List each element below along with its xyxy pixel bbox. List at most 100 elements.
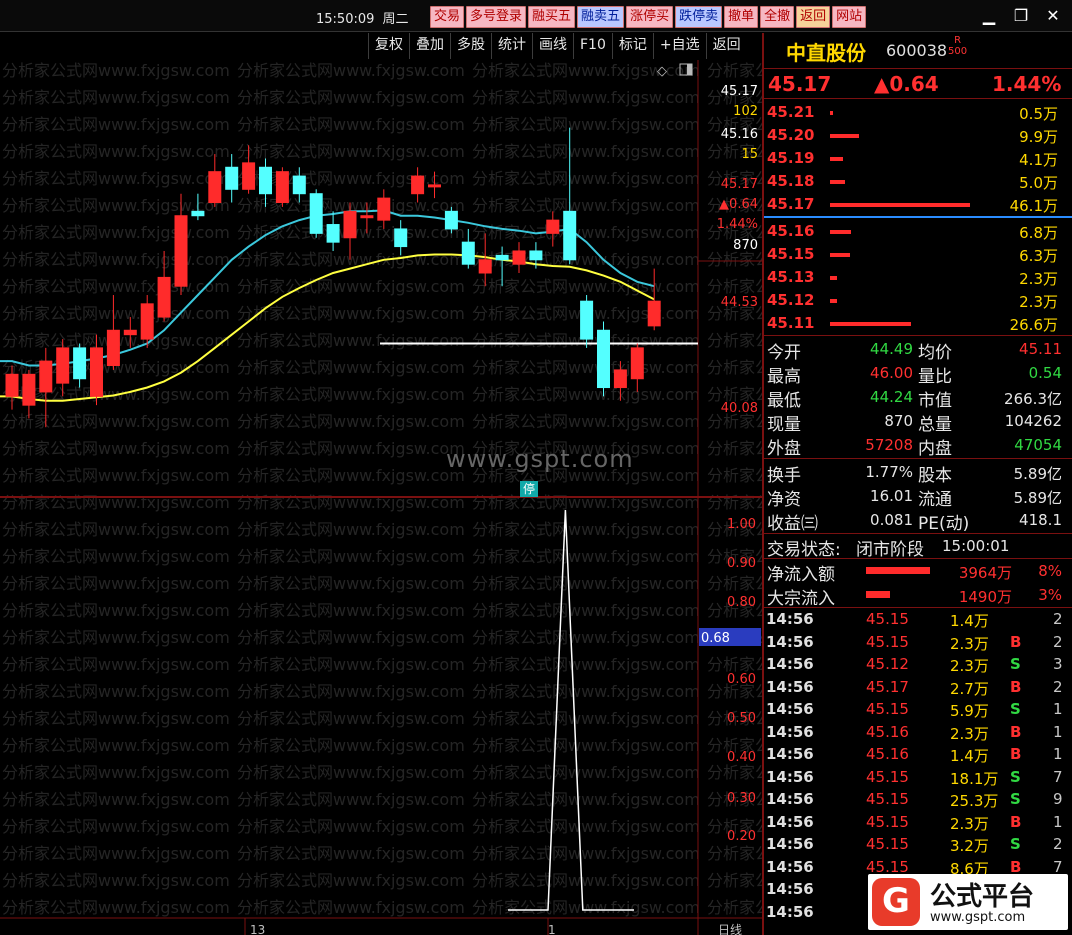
trade-time: 14:56 — [766, 767, 814, 786]
trade-side: S — [1010, 767, 1021, 786]
trade-count: 9 — [1053, 790, 1063, 808]
candle-body — [613, 369, 627, 389]
watermark-text: 分析家公式网www.fxjgsw.com — [2, 574, 230, 593]
watermark-text: 分析家公式网www.fxjgsw.com — [2, 601, 230, 620]
orderbook-row[interactable]: 45.17 46.1万 — [764, 193, 1072, 216]
trade-row: 14:56 45.15 25.3万 S 9 — [764, 788, 1072, 811]
ob-volume-bar — [830, 299, 837, 303]
orderbook-row[interactable]: 45.21 0.5万 — [764, 101, 1072, 124]
ob-volume: 9.9万 — [1019, 128, 1058, 146]
indicator-axis-label: 0.90 — [727, 556, 756, 571]
watermark-text: 分析家公式网www.fxjgsw.com — [237, 790, 465, 809]
watermark-text: 分析家公式网www.fxjgsw.com — [2, 250, 230, 269]
stop-badge: 停 — [520, 481, 539, 497]
stat-row: 现量 870 总量 104262 — [764, 409, 1072, 435]
orderbook-row[interactable]: 45.18 5.0万 — [764, 170, 1072, 193]
candle-body — [259, 166, 272, 195]
flow-pct: 8% — [1038, 562, 1062, 580]
price-axis-label: 45.17 — [721, 84, 758, 99]
trade-price: 45.15 — [866, 767, 909, 786]
toolbar-item-2[interactable]: 多股 — [450, 33, 491, 59]
toolbar-item-0[interactable]: 复权 — [368, 33, 409, 59]
trade-count: 1 — [1053, 812, 1063, 831]
watermark-text: 分析家公式网www.fxjgsw.com — [472, 277, 700, 296]
trade-count: 2 — [1053, 677, 1063, 696]
orderbook-row[interactable]: 45.12 2.3万 — [764, 289, 1072, 312]
logo-url: www.gspt.com — [930, 910, 1026, 925]
watermark-text: 分析家公式网www.fxjgsw.com — [707, 871, 762, 890]
candle-body — [275, 171, 289, 204]
orderbook-row[interactable]: 45.13 2.3万 — [764, 266, 1072, 289]
candle-body — [343, 210, 357, 239]
ob-price: 45.19 — [767, 149, 815, 167]
trade-count: 1 — [1053, 745, 1063, 763]
window-controls: ▁ ❐ ✕ — [976, 4, 1066, 28]
trade-button-2[interactable]: 融买五 — [528, 6, 576, 28]
flow-block: 净流入额 3964万 8% 大宗流入 1490万 3% — [764, 559, 1072, 609]
stock-name[interactable]: 中直股份 — [786, 37, 866, 66]
toolbar-item-3[interactable]: 统计 — [491, 33, 532, 59]
toolbar-item-8[interactable]: 返回 — [705, 33, 747, 59]
candle-body — [377, 197, 391, 221]
diamond-icon[interactable]: ◇ — [657, 64, 667, 79]
watermark-text: 分析家公式网www.fxjgsw.com — [472, 88, 700, 107]
trade-button-4[interactable]: 涨停买 — [626, 6, 674, 28]
candle-body — [191, 210, 205, 217]
watermark-text: 分析家公式网www.fxjgsw.com — [707, 331, 762, 350]
trade-button-3[interactable]: 融卖五 — [577, 6, 625, 28]
ob-volume: 0.5万 — [1019, 105, 1058, 123]
orderbook-row[interactable]: 45.11 26.6万 — [764, 312, 1072, 335]
trade-row: 14:56 45.12 2.3万 S 3 — [764, 653, 1072, 676]
candle-body — [242, 162, 256, 190]
candle-body — [22, 373, 36, 406]
ob-price: 45.12 — [767, 291, 815, 309]
watermark-text: 分析家公式网www.fxjgsw.com — [2, 763, 230, 782]
kline-chart[interactable]: 分析家公式网www.fxjgsw.com 分析家公式网www.fxjgsw.com… — [0, 60, 762, 935]
watermark-text: 分析家公式网www.fxjgsw.com — [237, 466, 465, 485]
trade-button-7[interactable]: 全撤 — [760, 6, 795, 28]
trade-state-value: 闭市阶段 — [856, 540, 924, 560]
trade-price: 45.15 — [866, 610, 909, 628]
toolbar-item-6[interactable]: 标记 — [611, 33, 653, 59]
watermark-text: 分析家公式网www.fxjgsw.com — [2, 817, 230, 836]
toolbar-item-1[interactable]: 叠加 — [409, 33, 450, 59]
toolbar-item-4[interactable]: 画线 — [532, 33, 573, 59]
trade-side: B — [1010, 857, 1022, 876]
toolbar-item-7[interactable]: +自选 — [652, 33, 706, 59]
minimize-icon[interactable]: ▁ — [976, 4, 1002, 28]
watermark-text: 分析家公式网www.fxjgsw.com — [707, 358, 762, 377]
trade-button-6[interactable]: 撤单 — [724, 6, 759, 28]
trade-volume: 18.1万 — [950, 769, 999, 788]
watermark-text: 分析家公式网www.fxjgsw.com — [2, 898, 230, 917]
ob-volume-bar — [830, 157, 843, 161]
orderbook-row[interactable]: 45.19 4.1万 — [764, 147, 1072, 170]
watermark-text: 分析家公式网www.fxjgsw.com — [472, 520, 700, 539]
restore-icon[interactable]: ❐ — [1008, 4, 1034, 28]
orderbook-row[interactable]: 45.15 6.3万 — [764, 243, 1072, 266]
ob-volume: 5.0万 — [1019, 174, 1058, 192]
trade-button-9[interactable]: 网站 — [832, 6, 867, 28]
orderbook-row[interactable]: 45.20 9.9万 — [764, 124, 1072, 147]
watermark-text: 分析家公式网www.fxjgsw.com — [2, 493, 230, 512]
close-icon[interactable]: ✕ — [1040, 4, 1066, 28]
trade-time: 14:56 — [766, 835, 814, 853]
watermark-text: 分析家公式网www.fxjgsw.com — [2, 223, 230, 242]
trade-button-5[interactable]: 跌停卖 — [675, 6, 723, 28]
watermark-text: 分析家公式网www.fxjgsw.com — [2, 61, 230, 80]
toolbar-item-5[interactable]: F10 — [573, 33, 612, 59]
trade-button-0[interactable]: 交易 — [430, 6, 465, 28]
watermark-text: 分析家公式网www.fxjgsw.com — [2, 736, 230, 755]
watermark-text: 分析家公式网www.fxjgsw.com — [472, 898, 700, 917]
flow-bar — [866, 567, 930, 574]
trade-button-1[interactable]: 多号登录 — [466, 6, 527, 28]
price-axis-label: 45.17 — [721, 177, 758, 192]
stat-value: 266.3亿 — [1004, 390, 1062, 408]
trade-button-8[interactable]: 返回 — [796, 6, 831, 28]
trade-row: 14:56 45.16 2.3万 B 1 — [764, 721, 1072, 744]
orderbook-row[interactable]: 45.16 6.8万 — [764, 220, 1072, 243]
candle-body — [106, 329, 120, 367]
stat-label: 外盘 — [767, 439, 801, 459]
stat-value: 44.24 — [870, 388, 913, 406]
stat-label: 换手 — [767, 466, 801, 486]
trade-count: 2 — [1053, 835, 1063, 853]
